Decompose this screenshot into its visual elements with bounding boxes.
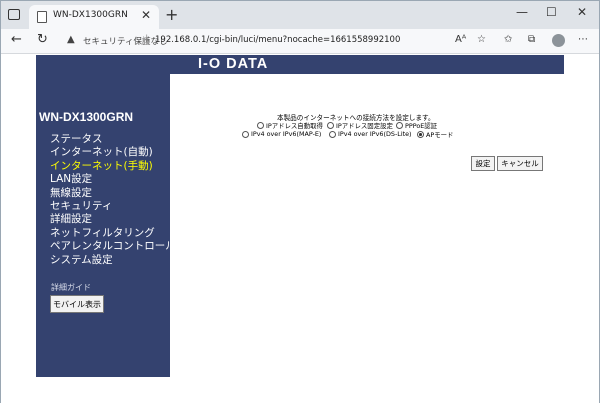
collections-icon[interactable]: ⧉ (528, 34, 535, 45)
iodata-logo: I-O DATA (198, 56, 269, 72)
more-menu-icon[interactable]: ⋯ (578, 34, 588, 45)
back-arrow-icon[interactable]: ← (11, 32, 22, 47)
option-map-e[interactable]: IPv4 over IPv6(MAP-E) (242, 130, 321, 138)
option-ds-lite[interactable]: IPv4 over IPv6(DS-Lite) (329, 130, 412, 138)
profile-avatar-icon[interactable] (552, 34, 565, 47)
menu-item-internet-auto[interactable]: インターネット(自動) (50, 146, 176, 159)
router-page: WN-DX1300GRN ステータス インターネット(自動) インターネット(手… (1, 55, 599, 403)
menu-item-system[interactable]: システム設定 (50, 254, 176, 267)
radio-map-e[interactable] (242, 130, 249, 138)
read-aloud-icon[interactable]: Aᴬ (455, 34, 466, 45)
option-ip-static[interactable]: IPアドレス固定設定 (327, 121, 393, 130)
menu-item-wireless[interactable]: 無線設定 (50, 187, 176, 200)
page-favicon-icon (37, 11, 47, 23)
minimize-icon[interactable]: — (516, 5, 528, 19)
radio-ip-auto[interactable] (257, 122, 264, 129)
device-name: WN-DX1300GRN (39, 110, 134, 124)
menu-item-security[interactable]: セキュリティ (50, 200, 176, 213)
new-tab-icon[interactable]: + (165, 5, 178, 24)
radio-ap-mode[interactable] (417, 131, 424, 138)
mobile-view-button[interactable]: モバイル表示 (50, 295, 104, 313)
menu-item-net-filtering[interactable]: ネットフィルタリング (50, 227, 176, 240)
option-ds-lite-label: IPv4 over IPv6(DS-Lite) (338, 130, 412, 138)
option-ap-mode[interactable]: APモード (417, 130, 453, 139)
address-bar[interactable]: ▲ セキュリティ保護なし | 192.168.0.1/cgi-bin/luci/… (61, 31, 461, 51)
sidebar-menu: ステータス インターネット(自動) インターネット(手動) LAN設定 無線設定… (50, 133, 176, 267)
browser-toolbar: ← ↻ ▲ セキュリティ保護なし | 192.168.0.1/cgi-bin/l… (1, 29, 599, 54)
option-pppoe[interactable]: PPPoE認証 (396, 121, 437, 130)
browser-tab[interactable]: WN-DX1300GRN ✕ (29, 5, 159, 29)
menu-item-internet-manual[interactable]: インターネット(手動) (50, 160, 176, 173)
tab-actions-icon[interactable] (8, 9, 20, 20)
favorites-icon[interactable]: ✩ (504, 34, 512, 45)
option-ip-auto[interactable]: IPアドレス自動取得 (257, 121, 323, 130)
menu-item-parental-control[interactable]: ペアレンタルコントロール (50, 240, 176, 253)
brand-header: I-O DATA (170, 55, 564, 74)
menu-item-status[interactable]: ステータス (50, 133, 176, 146)
menu-item-lan[interactable]: LAN設定 (50, 173, 176, 186)
sidebar: WN-DX1300GRN ステータス インターネット(自動) インターネット(手… (36, 55, 176, 377)
warning-icon[interactable]: ▲ (67, 34, 75, 45)
detail-guide-link[interactable]: 詳細ガイド (51, 282, 91, 293)
option-pppoe-label: PPPoE認証 (405, 122, 438, 130)
refresh-icon[interactable]: ↻ (37, 32, 48, 47)
maximize-icon[interactable]: ☐ (546, 5, 557, 19)
option-ip-auto-label: IPアドレス自動取得 (266, 122, 323, 130)
browser-window: WN-DX1300GRN ✕ + — ☐ ✕ ← ↻ ▲ セキュリティ保護なし … (0, 0, 600, 403)
set-button[interactable]: 設定 (471, 156, 495, 171)
option-ip-static-label: IPアドレス固定設定 (336, 122, 393, 130)
radio-ip-static[interactable] (327, 122, 334, 129)
close-window-icon[interactable]: ✕ (577, 5, 587, 19)
tab-title: WN-DX1300GRN (53, 10, 128, 20)
menu-item-advanced[interactable]: 詳細設定 (50, 213, 176, 226)
radio-pppoe[interactable] (396, 122, 403, 129)
option-ap-mode-label: APモード (426, 131, 454, 139)
radio-ds-lite[interactable] (329, 130, 336, 138)
close-tab-icon[interactable]: ✕ (141, 8, 151, 22)
url-separator: | (145, 34, 149, 45)
cancel-button[interactable]: キャンセル (497, 156, 543, 171)
favorite-star-icon[interactable]: ☆ (477, 34, 486, 45)
option-map-e-label: IPv4 over IPv6(MAP-E) (251, 130, 322, 138)
tab-bar: WN-DX1300GRN ✕ + — ☐ ✕ (1, 1, 599, 29)
url-text[interactable]: 192.168.0.1/cgi-bin/luci/menu?nocache=16… (155, 35, 400, 45)
